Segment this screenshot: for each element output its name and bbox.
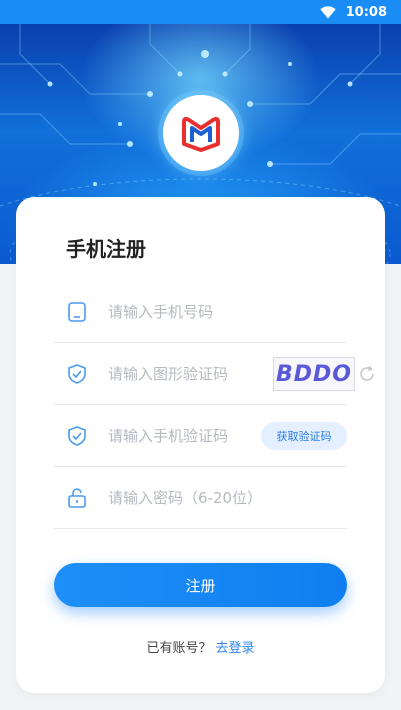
app-logo (158, 90, 244, 176)
captcha-field-row: BDDO (54, 343, 374, 405)
password-field-row (54, 467, 347, 529)
captcha-image[interactable]: BDDO (273, 357, 355, 391)
refresh-icon[interactable] (358, 365, 376, 383)
sms-code-field-row: 获取验证码 (54, 405, 347, 467)
login-prompt: 已有账号？ 去登录 (16, 637, 385, 656)
lock-icon (66, 487, 88, 509)
logo-icon (182, 116, 220, 152)
phone-icon (66, 301, 88, 323)
shield-check-icon (66, 363, 88, 385)
sms-code-input[interactable] (108, 426, 233, 445)
register-button[interactable]: 注册 (54, 563, 347, 607)
captcha-input[interactable] (108, 364, 233, 383)
captcha-text: BDDO (276, 361, 352, 387)
register-card: 手机注册 BDDO 获取验证码 注册 已有账号？ 去登录 (16, 197, 385, 693)
shield-check-icon (66, 425, 88, 447)
login-link[interactable]: 去登录 (216, 641, 255, 656)
phone-field-row (54, 281, 347, 343)
phone-input[interactable] (108, 302, 288, 321)
page-title: 手机注册 (66, 237, 146, 261)
wifi-icon (319, 5, 336, 19)
status-bar: 10:08 (0, 0, 401, 24)
password-input[interactable] (108, 488, 288, 507)
have-account-text: 已有账号？ (146, 641, 212, 656)
status-time: 10:08 (345, 4, 387, 20)
get-code-button[interactable]: 获取验证码 (261, 422, 347, 450)
